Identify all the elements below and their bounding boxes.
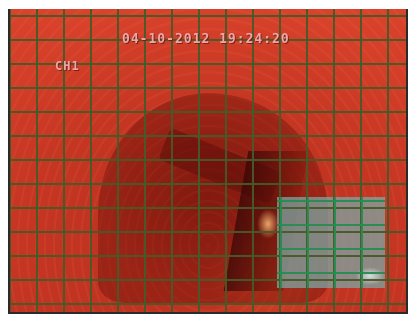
channel-label: CH1: [55, 59, 80, 73]
timestamp-overlay: 04-10-2012 19:24:20: [122, 32, 290, 47]
camera-view-frame: 04-10-2012 19:24:20 CH1: [0, 0, 412, 316]
top-margin: [8, 0, 408, 9]
video-feed[interactable]: 04-10-2012 19:24:20 CH1: [8, 9, 408, 314]
light-reflection: [257, 209, 279, 239]
zone-light-flare: [355, 267, 385, 285]
